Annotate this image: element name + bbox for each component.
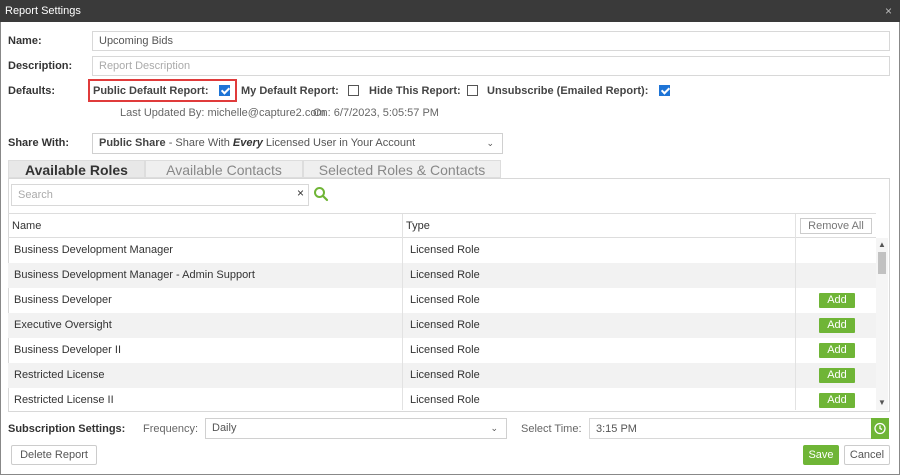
delete-report-button[interactable]: Delete Report: [11, 445, 97, 465]
option-hide-label: Hide This Report:: [369, 85, 461, 97]
scrollbar-thumb[interactable]: [878, 252, 886, 274]
close-icon[interactable]: ×: [885, 0, 892, 22]
share-em: Every: [232, 137, 263, 149]
tab-available-roles[interactable]: Available Roles: [8, 160, 145, 178]
share-post: Licensed User in Your Account: [262, 137, 416, 149]
add-button[interactable]: Add: [819, 293, 855, 308]
row-divider: [795, 263, 796, 288]
name-input[interactable]: [92, 31, 890, 51]
subscription-label: Subscription Settings:: [8, 423, 126, 435]
public-default-checkbox[interactable]: [219, 85, 230, 96]
clock-icon[interactable]: [871, 418, 889, 439]
role-name: Business Developer II: [14, 344, 121, 356]
chevron-down-icon: ⌄: [486, 138, 494, 148]
row-divider: [795, 388, 796, 410]
role-name: Business Development Manager - Admin Sup…: [14, 269, 255, 281]
row-divider: [402, 263, 403, 288]
save-button[interactable]: Save: [803, 445, 839, 465]
last-updated-by: Last Updated By: michelle@capture2.com: [120, 107, 326, 119]
frequency-value: Daily: [212, 422, 237, 434]
name-label: Name:: [8, 35, 42, 47]
scroll-up-icon[interactable]: ▲: [878, 240, 886, 249]
role-type: Licensed Role: [410, 369, 480, 381]
header-divider: [795, 214, 796, 238]
add-button[interactable]: Add: [819, 318, 855, 333]
title-bar: Report Settings ×: [0, 0, 900, 22]
time-input[interactable]: [589, 418, 872, 439]
row-divider: [795, 238, 796, 263]
description-input[interactable]: [92, 56, 890, 76]
chevron-down-icon: ⌄: [490, 423, 498, 433]
unsubscribe-checkbox[interactable]: [659, 85, 670, 96]
row-divider: [402, 338, 403, 363]
last-updated-on: On: 6/7/2023, 5:05:57 PM: [313, 107, 439, 119]
window-title: Report Settings: [5, 5, 81, 17]
share-label: Share With:: [8, 137, 70, 149]
remove-all-button[interactable]: Remove All: [800, 218, 872, 234]
add-button[interactable]: Add: [819, 368, 855, 383]
row-divider: [402, 363, 403, 388]
column-type-header: Type: [406, 220, 430, 232]
header-divider: [402, 214, 403, 238]
option-public-default-label: Public Default Report:: [93, 85, 209, 97]
tab-available-contacts[interactable]: Available Contacts: [145, 160, 303, 178]
table-row: Business Development Manager Licensed Ro…: [8, 238, 876, 263]
defaults-label: Defaults:: [8, 85, 56, 97]
role-type: Licensed Role: [410, 319, 480, 331]
cancel-button[interactable]: Cancel: [844, 445, 890, 465]
share-select[interactable]: Public Share - Share With Every Licensed…: [92, 133, 503, 154]
share-bold: Public Share: [99, 137, 166, 149]
add-button[interactable]: Add: [819, 393, 855, 408]
row-divider: [402, 313, 403, 338]
role-name: Business Developer: [14, 294, 112, 306]
tab-selected-roles-contacts[interactable]: Selected Roles & Contacts: [303, 160, 501, 178]
row-divider: [795, 363, 796, 388]
table-scrollbar[interactable]: ▲ ▼: [876, 238, 888, 410]
option-my-default-label: My Default Report:: [241, 85, 339, 97]
role-name: Restricted License II: [14, 394, 114, 406]
clear-search-icon[interactable]: ×: [297, 186, 304, 200]
add-button[interactable]: Add: [819, 343, 855, 358]
role-name: Executive Oversight: [14, 319, 112, 331]
description-label: Description:: [8, 60, 73, 72]
row-divider: [402, 238, 403, 263]
scroll-down-icon[interactable]: ▼: [878, 398, 886, 407]
role-type: Licensed Role: [410, 344, 480, 356]
role-name: Business Development Manager: [14, 244, 173, 256]
table-row: Business Developer II Licensed Role Add: [8, 338, 876, 363]
table-header: Name Type: [8, 213, 876, 238]
frequency-label: Frequency:: [143, 423, 199, 435]
row-divider: [795, 338, 796, 363]
row-divider: [795, 288, 796, 313]
share-pre: - Share With: [165, 137, 233, 149]
select-time-label: Select Time:: [521, 423, 582, 435]
role-type: Licensed Role: [410, 294, 480, 306]
search-input[interactable]: [11, 184, 309, 206]
role-type: Licensed Role: [410, 394, 480, 406]
row-divider: [402, 388, 403, 410]
table-row: Business Developer Licensed Role Add: [8, 288, 876, 313]
column-name-header: Name: [12, 220, 42, 232]
role-type: Licensed Role: [410, 269, 480, 281]
table-row: Restricted License II Licensed Role Add: [8, 388, 876, 410]
table-row: Restricted License Licensed Role Add: [8, 363, 876, 388]
hide-report-checkbox[interactable]: [467, 85, 478, 96]
role-name: Restricted License: [14, 369, 105, 381]
row-divider: [795, 313, 796, 338]
frequency-select[interactable]: Daily ⌄: [205, 418, 507, 439]
my-default-checkbox[interactable]: [348, 85, 359, 96]
search-icon[interactable]: [313, 186, 329, 205]
role-type: Licensed Role: [410, 244, 480, 256]
table-row: Business Development Manager - Admin Sup…: [8, 263, 876, 288]
table-row: Executive Oversight Licensed Role Add: [8, 313, 876, 338]
option-unsubscribe-label: Unsubscribe (Emailed Report):: [487, 85, 649, 97]
row-divider: [402, 288, 403, 313]
